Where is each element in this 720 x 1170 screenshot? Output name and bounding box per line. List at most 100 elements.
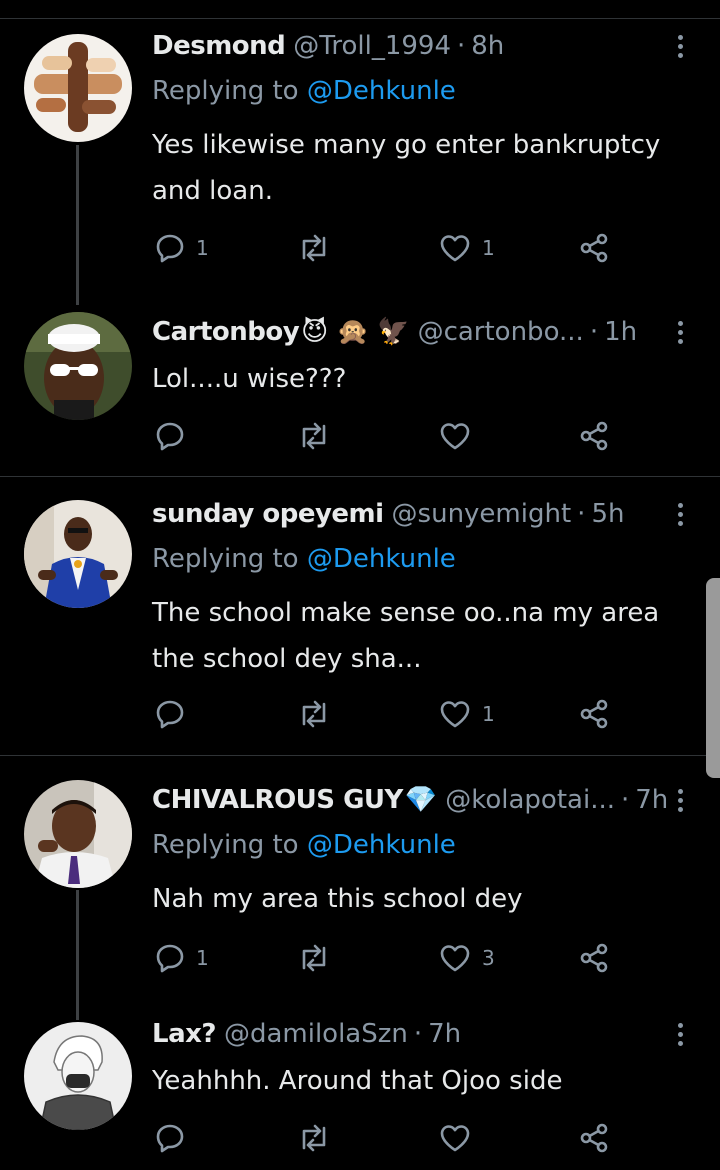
reply-icon	[156, 234, 184, 263]
like-button[interactable]	[438, 416, 482, 456]
tweet-actions: 1 1	[152, 228, 622, 268]
more-options-icon[interactable]	[670, 496, 690, 532]
name-emojis: 💎	[404, 785, 438, 815]
like-button[interactable]: 3	[438, 938, 495, 978]
retweet-button[interactable]	[296, 694, 342, 734]
separator-dot: ·	[413, 1019, 423, 1049]
user-handle[interactable]: @Troll_1994	[293, 31, 451, 61]
reply-icon	[156, 700, 184, 729]
tweet-divider	[0, 476, 720, 477]
avatar-chivalrous-image	[24, 780, 132, 888]
avatar[interactable]	[24, 1022, 132, 1130]
user-handle[interactable]: @cartonbo...	[418, 317, 584, 347]
display-name[interactable]: CHIVALROUS GUY	[152, 785, 403, 815]
mention-link[interactable]: @Dehkunle	[307, 544, 456, 574]
like-icon	[440, 235, 470, 262]
timestamp[interactable]: 7h	[428, 1019, 461, 1049]
separator-dot: ·	[456, 31, 466, 61]
like-icon	[440, 701, 470, 728]
avatar[interactable]	[24, 34, 132, 142]
more-options-icon[interactable]	[670, 1016, 690, 1052]
timestamp[interactable]: 8h	[471, 31, 504, 61]
reply-button[interactable]: 1	[154, 938, 209, 978]
replying-to: Replying to @Dehkunle	[152, 76, 456, 106]
like-button[interactable]: 1	[438, 694, 495, 734]
more-options-icon[interactable]	[670, 782, 690, 818]
avatar-sunday-image	[24, 500, 132, 608]
separator-dot: ·	[620, 785, 630, 815]
reply-button[interactable]	[154, 1118, 196, 1158]
like-count: 1	[482, 236, 495, 260]
tweet-header: Lax? @damilolaSzn · 7h	[152, 1016, 660, 1052]
share-icon	[580, 233, 608, 263]
top-divider	[0, 18, 720, 19]
reply-icon	[156, 1124, 184, 1153]
mention-link[interactable]: @Dehkunle	[307, 76, 456, 106]
name-emojis: 😈 🙊 🦅	[301, 317, 410, 347]
tweet-text: Nah my area this school dey	[152, 884, 523, 914]
like-count: 3	[482, 946, 495, 970]
retweet-icon	[302, 234, 326, 262]
share-icon	[580, 1123, 608, 1153]
like-icon	[440, 423, 470, 450]
share-button[interactable]	[578, 416, 610, 456]
like-icon	[440, 1125, 470, 1152]
share-button[interactable]	[578, 228, 610, 268]
tweet-text: Lol....u wise???	[152, 364, 347, 394]
tweet-text: Yes likewise many go enter bankruptcy an…	[152, 130, 661, 206]
tweet-header: Cartonboy 😈 🙊 🦅 @cartonbo... · 1h	[152, 314, 660, 350]
tweet-text: The school make sense oo..na my area the…	[152, 598, 660, 674]
reply-count: 1	[196, 946, 209, 970]
retweet-icon	[302, 700, 326, 728]
like-button[interactable]	[438, 1118, 482, 1158]
more-options-icon[interactable]	[670, 28, 690, 64]
user-handle[interactable]: @sunyemight	[392, 499, 572, 529]
user-handle[interactable]: @kolapotai...	[445, 785, 615, 815]
share-icon	[580, 943, 608, 973]
mention-link[interactable]: @Dehkunle	[307, 830, 456, 860]
scrollbar-thumb[interactable]	[706, 578, 720, 778]
retweet-button[interactable]	[296, 1118, 342, 1158]
tweet-header: CHIVALROUS GUY 💎 @kolapotai... · 7h	[152, 782, 668, 818]
display-name[interactable]: Lax?	[152, 1019, 216, 1049]
user-handle[interactable]: @damilolaSzn	[224, 1019, 408, 1049]
reply-icon	[156, 422, 184, 451]
display-name[interactable]: Desmond	[152, 31, 286, 61]
more-options-icon[interactable]	[670, 314, 690, 350]
avatar-cartonboy-image	[24, 312, 132, 420]
avatar[interactable]	[24, 312, 132, 420]
replying-prefix: Replying to	[152, 544, 299, 574]
timestamp[interactable]: 1h	[604, 317, 637, 347]
tweet-actions	[152, 1118, 622, 1158]
display-name[interactable]: Cartonboy	[152, 317, 300, 347]
avatar[interactable]	[24, 780, 132, 888]
retweet-button[interactable]	[296, 416, 342, 456]
like-button[interactable]: 1	[438, 228, 495, 268]
replying-prefix: Replying to	[152, 830, 299, 860]
retweet-button[interactable]	[296, 938, 342, 978]
avatar-lax-image	[24, 1022, 132, 1130]
reply-icon	[156, 944, 184, 973]
avatar[interactable]	[24, 500, 132, 608]
replying-prefix: Replying to	[152, 76, 299, 106]
timestamp[interactable]: 5h	[591, 499, 624, 529]
retweet-button[interactable]	[296, 228, 342, 268]
thread-connector	[76, 145, 79, 305]
retweet-icon	[302, 1124, 326, 1152]
share-icon	[580, 699, 608, 729]
share-button[interactable]	[578, 1118, 610, 1158]
thread-connector	[76, 890, 79, 1020]
timestamp[interactable]: 7h	[635, 785, 668, 815]
share-button[interactable]	[578, 694, 610, 734]
share-button[interactable]	[578, 938, 610, 978]
tweet-actions: 1 3	[152, 938, 622, 978]
like-icon	[440, 945, 470, 972]
share-icon	[580, 421, 608, 451]
tweet-divider	[0, 755, 720, 756]
reply-button[interactable]	[154, 694, 196, 734]
separator-dot: ·	[589, 317, 599, 347]
reply-button[interactable]: 1	[154, 228, 209, 268]
reply-button[interactable]	[154, 416, 196, 456]
display-name[interactable]: sunday opeyemi	[152, 499, 384, 529]
retweet-icon	[302, 944, 326, 972]
